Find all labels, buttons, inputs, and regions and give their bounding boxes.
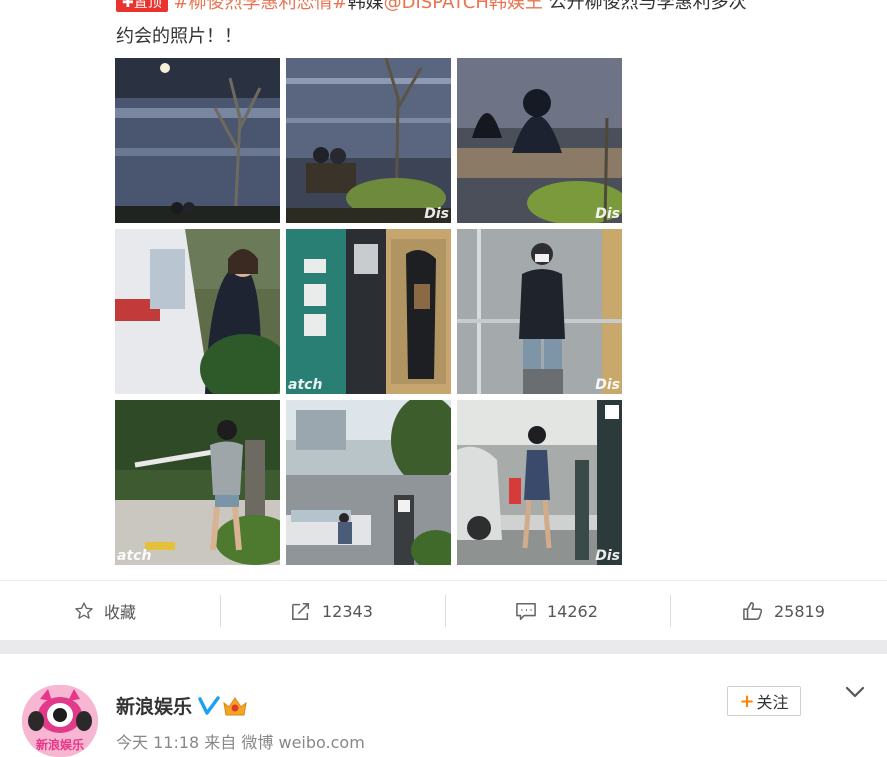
photo-watermark: Dis [595, 377, 620, 393]
favorite-label: 收藏 [104, 603, 137, 622]
source-prefix: 韩媒 [347, 0, 384, 13]
follow-button[interactable]: + 关注 [727, 686, 801, 716]
comment-count: 14262 [547, 601, 598, 621]
repost-count: 12343 [322, 601, 373, 621]
author-name-text: 新浪娱乐 [116, 696, 193, 718]
photo-watermark: Dis [424, 206, 449, 222]
post-client[interactable]: 微博 weibo.com [241, 733, 364, 752]
avatar-text: 新浪娱乐 [36, 737, 84, 752]
author-name[interactable]: 新浪娱乐 [116, 692, 248, 719]
photo-9[interactable]: Dis [457, 400, 622, 565]
photo-8[interactable] [286, 400, 451, 565]
top-badge[interactable]: ✚置顶 [116, 0, 168, 12]
post-body-line2: 约会的照片！！ [116, 26, 242, 47]
divider [670, 595, 671, 627]
post-text: ✚置顶 #柳俊烈李惠利恋情#韩媒@DISPATCH韩娱王 公开柳俊烈与李惠利多次… [116, 0, 856, 54]
repost-button[interactable]: 12343 [290, 581, 373, 641]
photo-6[interactable]: Dis [457, 229, 622, 394]
plus-icon: + [739, 690, 755, 712]
divider [445, 595, 446, 627]
post-body: 公开柳俊烈与李惠利多次 [548, 0, 747, 13]
post-meta: 今天 11:18 来自 微博 weibo.com [116, 729, 365, 753]
favorite-button[interactable]: 收藏 [74, 581, 136, 641]
thumbs-up-icon [743, 602, 763, 620]
like-count: 25819 [774, 601, 825, 621]
photo-watermark: atch [117, 548, 152, 564]
post-time[interactable]: 今天 11:18 [116, 733, 199, 752]
action-bar: 收藏 12343 14262 25819 [0, 580, 887, 640]
photo-1[interactable] [115, 58, 280, 223]
chevron-down-icon[interactable] [844, 684, 866, 704]
photo-5[interactable]: atch [286, 229, 451, 394]
avatar[interactable]: 新浪娱乐 [22, 685, 98, 757]
comment-icon [516, 602, 536, 620]
star-icon [75, 602, 93, 619]
photo-watermark: Dis [595, 206, 620, 222]
mention-link[interactable]: @DISPATCH韩娱王 [384, 0, 543, 13]
from-label: 来自 [204, 733, 237, 752]
crown-badge-icon [223, 696, 247, 715]
feed-separator [0, 640, 887, 654]
photo-grid: Dis Dis atch Dis atch Dis [115, 58, 623, 566]
photo-3[interactable]: Dis [457, 58, 622, 223]
divider [220, 595, 221, 627]
hashtag-link[interactable]: #柳俊烈李惠利恋情# [173, 0, 347, 13]
photo-7[interactable]: atch [115, 400, 280, 565]
repost-icon [292, 602, 310, 620]
like-button[interactable]: 25819 [742, 581, 825, 641]
photo-watermark: atch [288, 377, 323, 393]
verified-icon [198, 695, 220, 715]
photo-4[interactable] [115, 229, 280, 394]
photo-watermark: Dis [595, 548, 620, 564]
comment-button[interactable]: 14262 [515, 581, 598, 641]
photo-2[interactable]: Dis [286, 58, 451, 223]
follow-label: 关注 [756, 693, 789, 712]
